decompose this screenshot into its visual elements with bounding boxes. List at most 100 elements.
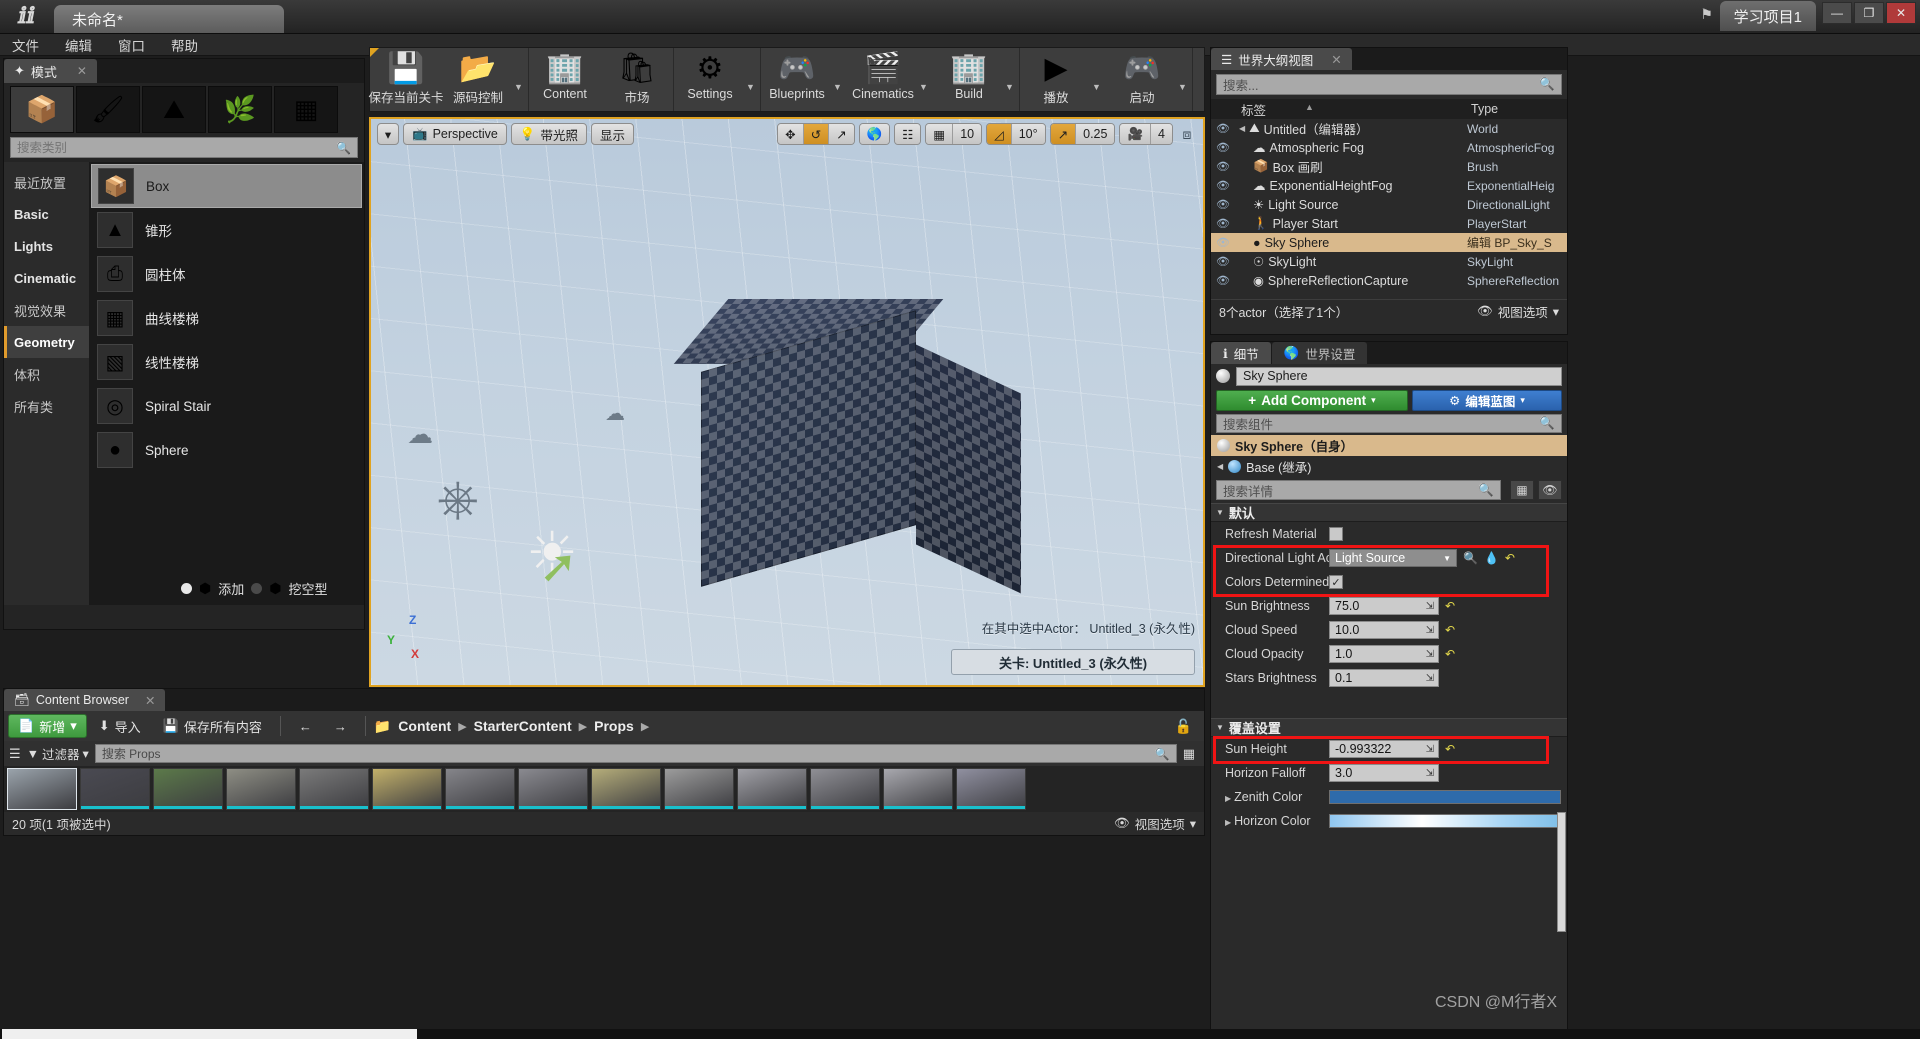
scale-snap-value[interactable]: 0.25 xyxy=(1076,124,1115,144)
content-asset-item[interactable] xyxy=(518,768,588,810)
eye-view-icon[interactable]: 👁 xyxy=(1538,480,1562,500)
breadcrumb-props[interactable]: Props xyxy=(594,718,634,734)
outliner-row[interactable]: 👁 ☉ SkyLight SkyLight xyxy=(1211,252,1567,271)
menu-help[interactable]: 帮助 xyxy=(171,35,198,55)
content-asset-item[interactable] xyxy=(80,768,150,810)
landscape-mode-icon[interactable]: ⛰ xyxy=(142,86,206,133)
camera-speed-icon[interactable]: 🎥 xyxy=(1120,124,1152,144)
foliage-mode-icon[interactable]: 🌿 xyxy=(208,86,272,133)
property-number-field[interactable]: 10.0 ⇲ xyxy=(1329,621,1439,639)
property-number-field[interactable]: -0.993322 ⇲ xyxy=(1329,740,1439,758)
placement-mode-icon[interactable]: 📦 xyxy=(10,86,74,133)
maximize-viewport-icon[interactable]: ⧈ xyxy=(1177,124,1197,144)
details-search-input[interactable]: 搜索详情 🔍 xyxy=(1216,480,1501,500)
menu-file[interactable]: 文件 xyxy=(12,35,39,55)
source-control-button[interactable]: 📂 源码控制 xyxy=(442,48,514,111)
close-icon[interactable]: ✕ xyxy=(1331,52,1341,67)
grid-snap-icon[interactable]: ▦ xyxy=(926,124,954,144)
outliner-row[interactable]: 👁 ☁ ExponentialHeightFog ExponentialHeig xyxy=(1211,176,1567,195)
viewport-show-button[interactable]: 显示 xyxy=(590,123,634,145)
content-asset-item[interactable] xyxy=(956,768,1026,810)
property-checkbox[interactable] xyxy=(1329,527,1343,541)
viewport-perspective-button[interactable]: 📺 Perspective xyxy=(403,123,507,145)
tab-world-outliner[interactable]: ☰ 世界大纲视图 ✕ xyxy=(1211,48,1352,70)
details-scrollbar[interactable] xyxy=(1557,812,1566,932)
grid-view-icon[interactable]: ▦ xyxy=(1510,480,1534,500)
asset-item-spiral-stair[interactable]: ◎ Spiral Stair xyxy=(91,384,362,428)
camera-speed-value[interactable]: 4 xyxy=(1151,124,1172,144)
filter-button[interactable]: ▼ 过滤器 ▾ xyxy=(27,744,89,763)
rotate-gizmo-icon[interactable]: ↺ xyxy=(803,124,830,144)
tab-modes[interactable]: ✦ 模式 ✕ xyxy=(4,59,97,83)
surface-snap-icon[interactable]: ☷ xyxy=(895,124,921,144)
brush-add-radio[interactable] xyxy=(181,582,192,594)
chevron-down-icon[interactable]: ▼ xyxy=(1178,48,1192,111)
asset-item-cylinder[interactable]: ⎙ 圆柱体 xyxy=(91,252,362,296)
outliner-row[interactable]: 👁 ☀ Light Source DirectionalLight xyxy=(1211,195,1567,214)
outliner-label-column[interactable]: 标签 xyxy=(1235,100,1467,119)
close-button[interactable]: ✕ xyxy=(1886,2,1916,24)
outliner-row[interactable]: 👁 📦 Box 画刷 Brush xyxy=(1211,157,1567,176)
property-color-swatch[interactable] xyxy=(1329,790,1561,804)
expand-triangle-icon[interactable]: ◀ xyxy=(1239,124,1245,133)
reset-to-default-icon[interactable]: ↶ xyxy=(1445,623,1455,637)
edit-blueprint-button[interactable]: ⚙ 编辑蓝图 ▾ xyxy=(1412,389,1562,411)
asset-item-linear-stair[interactable]: ▧ 线性楼梯 xyxy=(91,340,362,384)
outliner-row[interactable]: 👁 ◀ ⛰ Untitled（编辑器） World xyxy=(1211,119,1567,138)
close-icon[interactable]: ✕ xyxy=(145,693,155,708)
eye-icon[interactable]: 👁 xyxy=(1211,255,1235,268)
drag-handle-icon[interactable]: ⇲ xyxy=(1426,744,1434,755)
category-visual-effects[interactable]: 视觉效果 xyxy=(4,294,89,326)
section-header-default[interactable]: ▼ 默认 xyxy=(1211,503,1567,522)
category-recently-placed[interactable]: 最近放置 xyxy=(4,166,89,198)
paint-mode-icon[interactable]: 🖌 xyxy=(76,86,140,133)
content-asset-item[interactable] xyxy=(664,768,734,810)
eye-icon[interactable]: 👁 xyxy=(1211,274,1235,287)
translate-gizmo-doodad[interactable]: ➚ xyxy=(539,539,578,593)
property-number-field[interactable]: 0.1 ⇲ xyxy=(1329,669,1439,687)
category-lights[interactable]: Lights xyxy=(4,230,89,262)
back-arrow-icon[interactable]: ← xyxy=(289,714,322,738)
eye-icon[interactable]: 👁 xyxy=(1211,141,1235,154)
content-search-input[interactable]: 搜索 Props 🔍 xyxy=(94,744,1177,763)
chevron-down-icon[interactable]: ▼ xyxy=(919,48,933,111)
level-viewport[interactable]: ☁ ☁ ⎈ ☀ ➚ ▾ 📺 Perspective 💡 带光照 显示 ✥ ↺ ↗… xyxy=(369,117,1205,687)
category-volumes[interactable]: 体积 xyxy=(4,358,89,390)
menu-window[interactable]: 窗口 xyxy=(118,35,145,55)
reset-to-default-icon[interactable]: ↶ xyxy=(1445,742,1455,756)
component-row-base[interactable]: ◀ Base (继承) xyxy=(1211,456,1567,477)
list-view-icon[interactable]: ☰ xyxy=(9,746,21,762)
viewport-menu-button[interactable]: ▾ xyxy=(377,123,399,145)
eye-icon[interactable]: 👁 xyxy=(1211,122,1235,135)
browse-icon[interactable]: 🔍 xyxy=(1463,551,1478,565)
category-cinematic[interactable]: Cinematic xyxy=(4,262,89,294)
property-combobox[interactable]: Light Source ▼ xyxy=(1329,549,1457,567)
asset-item-sphere[interactable]: ● Sphere xyxy=(91,428,362,472)
maximize-button[interactable]: ❐ xyxy=(1854,2,1884,24)
outliner-search-input[interactable]: 搜索... 🔍 xyxy=(1216,74,1562,95)
chevron-down-icon[interactable]: ▼ xyxy=(833,48,847,111)
eye-icon[interactable]: 👁 xyxy=(1211,236,1235,249)
minimize-button[interactable]: — xyxy=(1822,2,1852,24)
property-number-field[interactable]: 75.0 ⇲ xyxy=(1329,597,1439,615)
eye-icon[interactable]: 👁 xyxy=(1211,198,1235,211)
expand-triangle-icon[interactable]: ◀ xyxy=(1217,462,1223,471)
scale-gizmo-icon[interactable]: ↗ xyxy=(829,124,854,144)
chevron-down-icon[interactable]: ▼ xyxy=(514,48,528,111)
reset-to-default-icon[interactable]: ↶ xyxy=(1505,551,1515,565)
outliner-row[interactable]: 👁 ◉ SphereReflectionCapture SphereReflectio… xyxy=(1211,271,1567,290)
component-search-input[interactable]: 搜索组件 🔍 xyxy=(1216,414,1562,433)
outliner-row[interactable]: 👁 ● Sky Sphere 编辑 BP_Sky_S xyxy=(1211,233,1567,252)
expand-triangle-icon[interactable]: ▶ xyxy=(1225,818,1231,827)
lock-icon[interactable]: 🔓 xyxy=(1175,718,1200,735)
chevron-down-icon[interactable]: ▼ xyxy=(1092,48,1106,111)
eye-icon[interactable]: 👁 xyxy=(1211,179,1235,192)
eye-icon[interactable]: 👁 xyxy=(1211,217,1235,230)
expand-triangle-icon[interactable]: ▶ xyxy=(1225,794,1231,803)
property-number-field[interactable]: 3.0 ⇲ xyxy=(1329,764,1439,782)
content-asset-item[interactable] xyxy=(299,768,369,810)
outliner-view-options-button[interactable]: 👁 视图选项 ▾ xyxy=(1477,302,1559,321)
add-new-button[interactable]: 📄 新增 ▾ xyxy=(8,714,87,738)
breadcrumb-content[interactable]: Content xyxy=(398,718,451,734)
category-geometry[interactable]: Geometry xyxy=(4,326,89,358)
